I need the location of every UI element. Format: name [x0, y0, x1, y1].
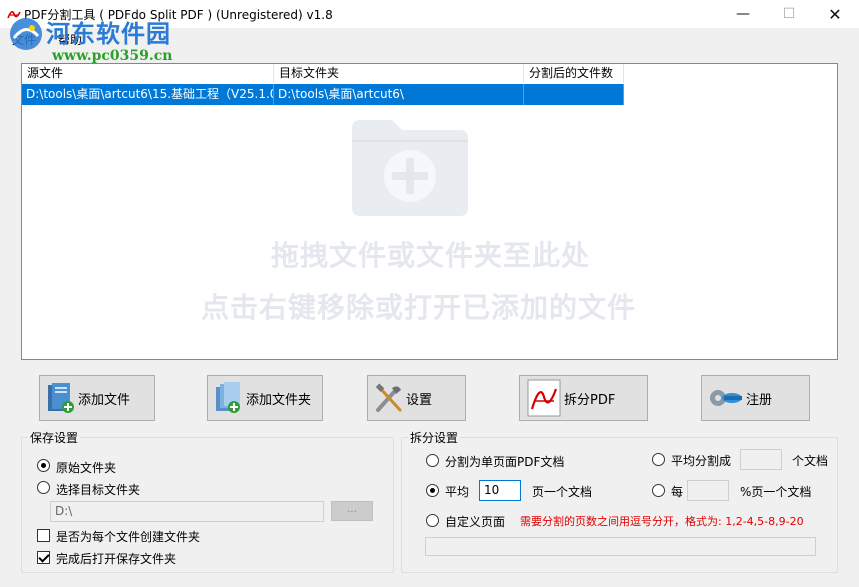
average-label[interactable]: 平均	[445, 483, 469, 500]
split-evenly-radio[interactable]	[652, 453, 665, 466]
split-settings-title: 拆分设置	[408, 429, 461, 446]
open-after-checkbox[interactable]	[37, 551, 50, 564]
save-settings-title: 保存设置	[28, 429, 81, 446]
add-folder-watermark-icon	[352, 120, 468, 216]
column-header-source[interactable]: 源文件	[22, 64, 274, 83]
window-title: PDF分割工具 ( PDFdo Split PDF ) (Unregistere…	[24, 8, 333, 22]
drop-hint-line2: 点击右键移除或打开已添加的文件	[200, 291, 636, 324]
close-button[interactable]: ✕	[812, 0, 858, 28]
add-folder-button[interactable]: 添加文件夹	[207, 375, 323, 421]
custom-pages-radio[interactable]	[426, 514, 439, 527]
add-folder-label: 添加文件夹	[246, 392, 312, 408]
app-pdf-icon	[7, 10, 21, 19]
minimize-button[interactable]: —	[720, 0, 766, 28]
settings-button[interactable]: 设置	[367, 375, 466, 421]
average-radio[interactable]	[426, 484, 439, 497]
target-path-input[interactable]: D:\	[50, 501, 324, 522]
menu-help[interactable]: 帮助	[58, 31, 82, 48]
original-folder-radio[interactable]	[37, 459, 50, 472]
menu-bar: 文件 帮助	[0, 28, 859, 50]
add-file-icon	[48, 383, 74, 413]
every-label[interactable]: 每	[671, 483, 683, 500]
key-icon	[710, 390, 742, 406]
title-bar: PDF分割工具 ( PDFdo Split PDF ) (Unregistere…	[0, 0, 859, 28]
table-row[interactable]: D:\tools\桌面\artcut6\15.基础工程（V25.1.0... D…	[22, 84, 624, 105]
add-file-button[interactable]: 添加文件	[39, 375, 155, 421]
column-header-target[interactable]: 目标文件夹	[274, 64, 524, 83]
every-percent-radio[interactable]	[652, 484, 665, 497]
percent-per-doc-label: %页一个文档	[740, 485, 812, 499]
menu-file[interactable]: 文件	[12, 31, 36, 48]
custom-pages-hint: 需要分割的页数之间用逗号分开，格式为: 1,2-4,5-8,9-20	[520, 515, 804, 528]
file-list[interactable]: 源文件 目标文件夹 分割后的文件数 D:\tools\桌面\artcut6\15…	[21, 63, 838, 360]
tools-icon	[375, 383, 402, 412]
choose-target-label[interactable]: 选择目标文件夹	[56, 481, 140, 498]
file-list-header: 源文件 目标文件夹 分割后的文件数	[22, 64, 624, 83]
browse-button[interactable]: ...	[331, 501, 373, 521]
create-folder-label[interactable]: 是否为每个文件创建文件夹	[56, 528, 200, 545]
add-folder-icon	[216, 382, 240, 413]
single-page-label[interactable]: 分割为单页面PDF文档	[445, 453, 564, 470]
pages-per-doc-label: 页一个文档	[532, 485, 593, 499]
cell-target: D:\tools\桌面\artcut6\	[274, 84, 524, 105]
choose-target-radio[interactable]	[37, 481, 50, 494]
register-label: 注册	[746, 392, 773, 408]
open-after-label[interactable]: 完成后打开保存文件夹	[56, 550, 176, 567]
settings-label: 设置	[406, 392, 433, 408]
average-pages-input[interactable]: 10	[479, 480, 521, 501]
single-page-radio[interactable]	[426, 454, 439, 467]
maximize-button[interactable]: ☐	[766, 0, 812, 28]
split-evenly-label[interactable]: 平均分割成	[671, 452, 731, 469]
column-header-count[interactable]: 分割后的文件数	[524, 64, 624, 83]
custom-pages-input[interactable]	[425, 537, 816, 556]
cell-count	[524, 84, 624, 105]
docs-suffix-label: 个文档	[792, 454, 829, 468]
drop-hint-line1: 拖拽文件或文件夹至此处	[270, 239, 590, 272]
split-pdf-button[interactable]: 拆分PDF	[519, 375, 648, 421]
register-button[interactable]: 注册	[701, 375, 810, 421]
every-percent-input[interactable]	[687, 480, 729, 501]
split-evenly-input[interactable]	[740, 449, 782, 470]
original-folder-label[interactable]: 原始文件夹	[56, 459, 116, 476]
pdf-split-icon	[527, 379, 561, 417]
create-folder-checkbox[interactable]	[37, 529, 50, 542]
cell-source: D:\tools\桌面\artcut6\15.基础工程（V25.1.0...	[22, 84, 274, 105]
custom-pages-label[interactable]: 自定义页面	[445, 513, 505, 530]
split-pdf-label: 拆分PDF	[564, 392, 616, 408]
watermark-url: www.pc0359.cn	[52, 48, 173, 64]
add-file-label: 添加文件	[78, 392, 131, 408]
